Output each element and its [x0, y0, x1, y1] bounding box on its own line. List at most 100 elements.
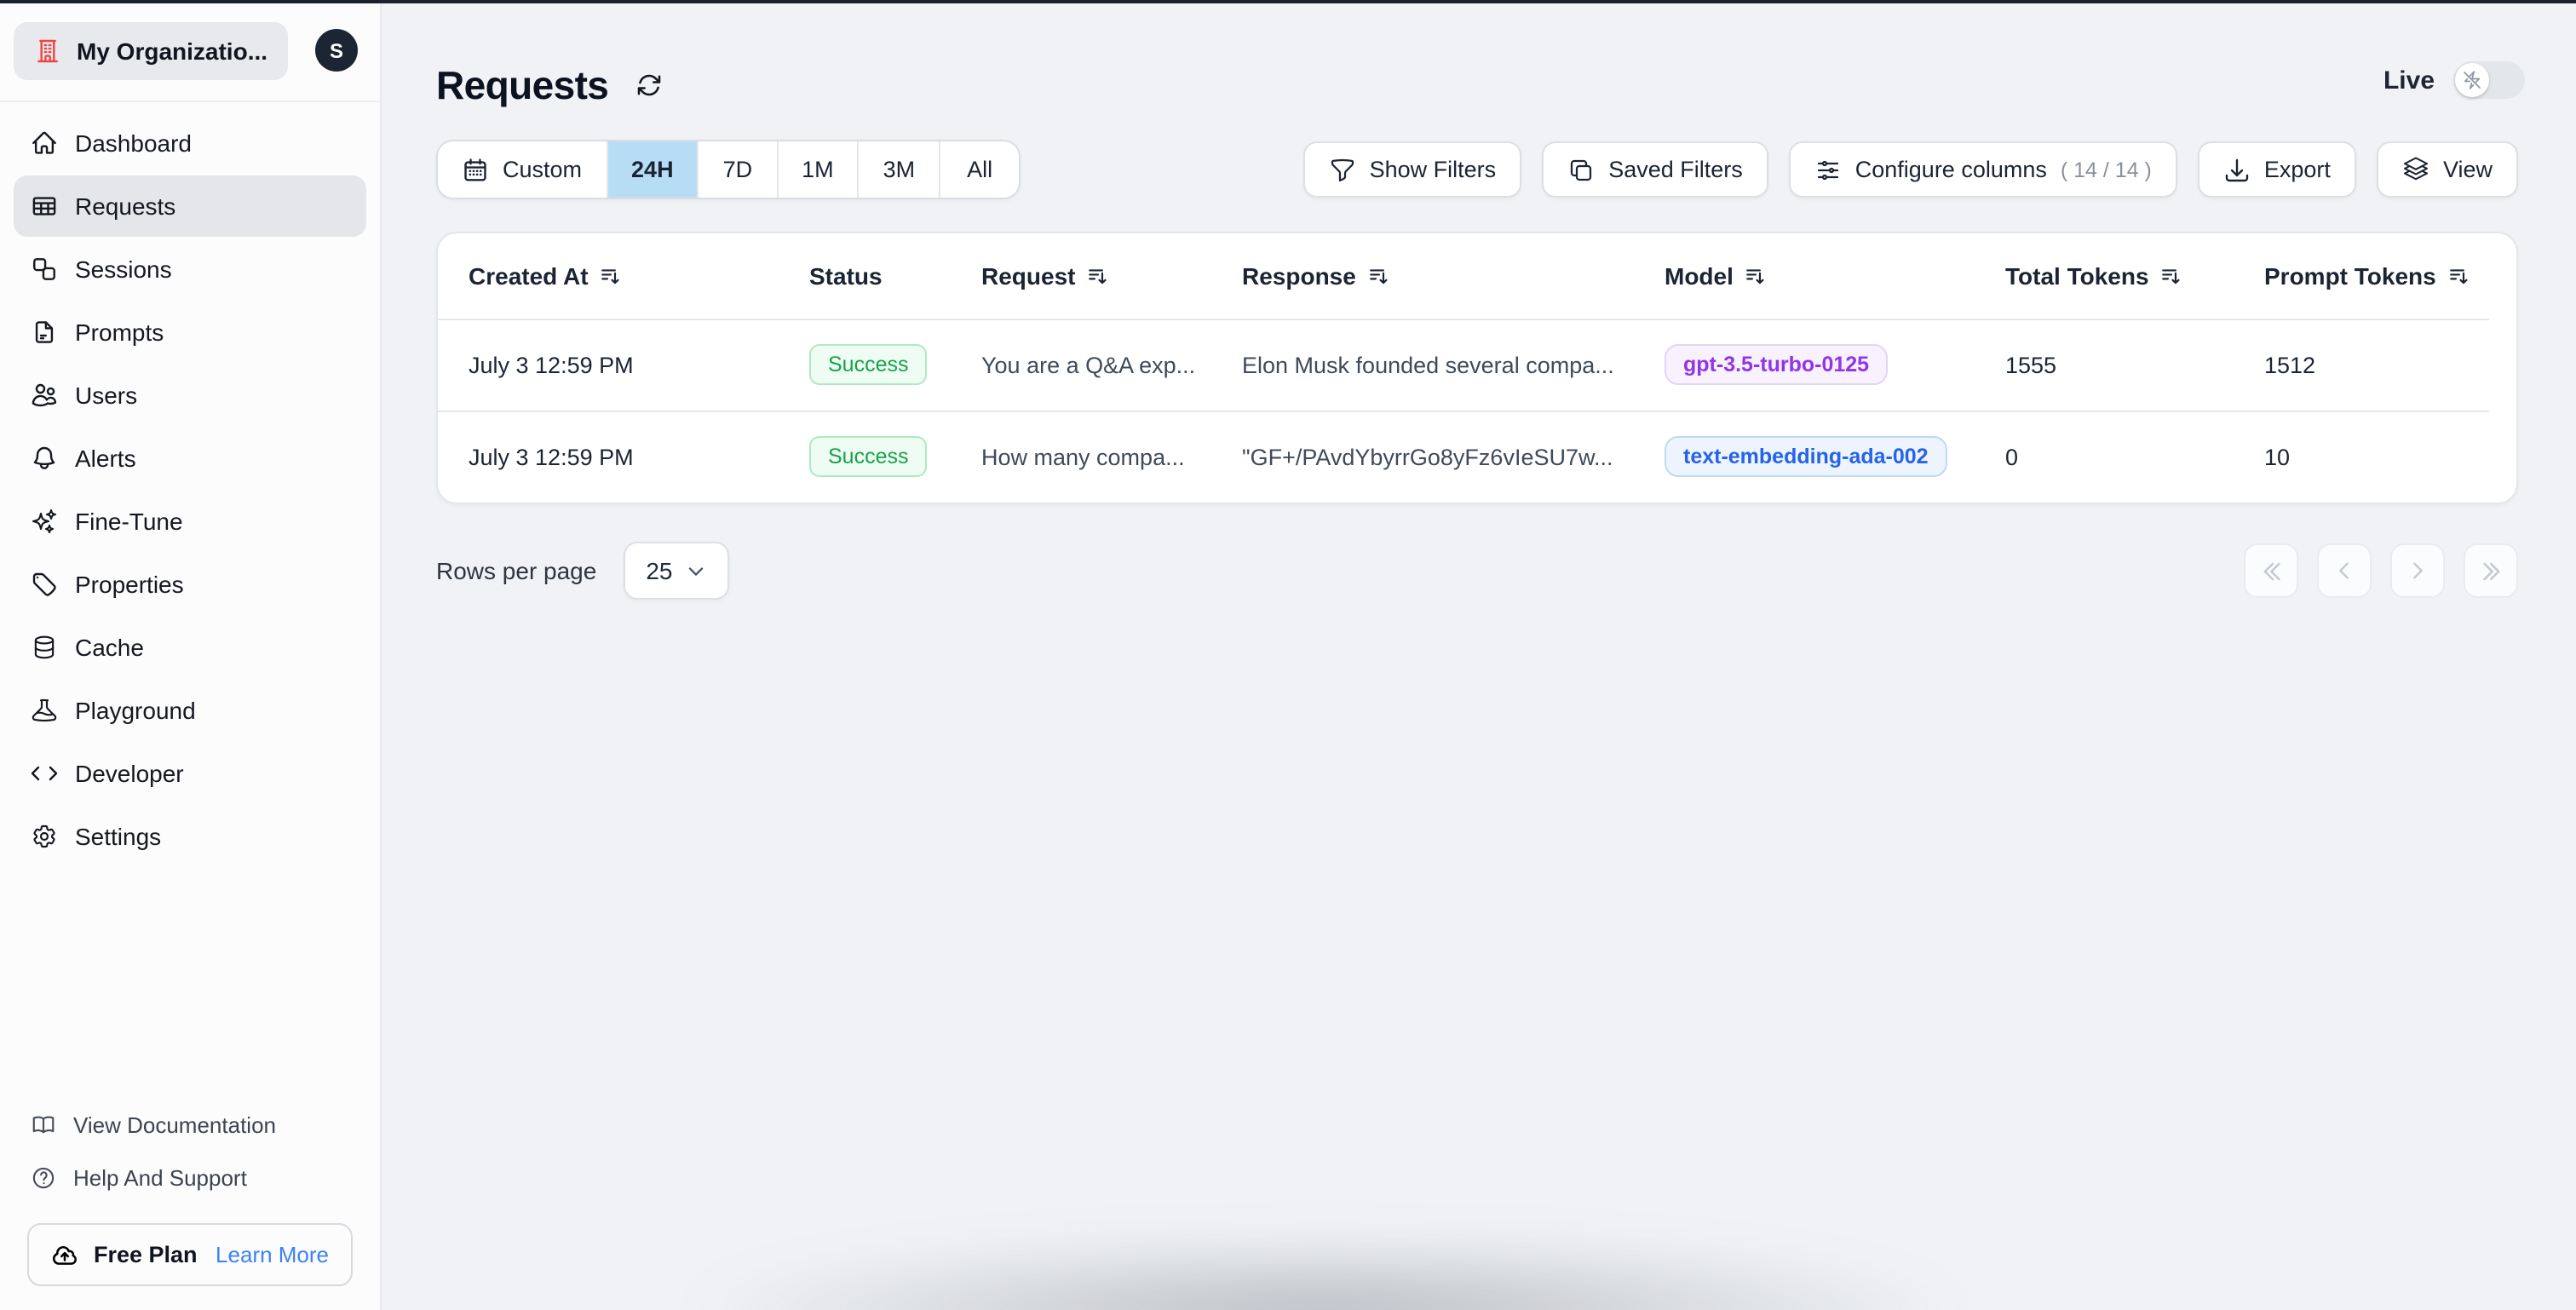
sidebar-footer: View Documentation Help And Support Free…: [0, 1099, 380, 1293]
org-selector[interactable]: My Organizatio...: [14, 21, 289, 79]
cell-model: gpt-3.5-turbo-0125: [1647, 344, 1988, 385]
sparkles-icon: [31, 508, 58, 535]
requests-table: Created At Status Request Response Model: [436, 232, 2518, 504]
table-row[interactable]: July 3 12:59 PM Success You are a Q&A ex…: [438, 319, 2516, 411]
window-top-edge: [0, 0, 2576, 3]
bolt-slash-icon: [2462, 70, 2482, 90]
time-range-all[interactable]: All: [940, 141, 1020, 198]
sidebar-item-users[interactable]: Users: [14, 365, 366, 426]
sessions-icon: [31, 256, 58, 283]
saved-filters-button[interactable]: Saved Filters: [1542, 141, 1768, 198]
free-plan-card[interactable]: Free Plan Learn More: [27, 1223, 353, 1286]
sidebar-item-label: Settings: [75, 823, 162, 850]
view-button[interactable]: View: [2376, 141, 2518, 198]
live-label: Live: [2383, 66, 2435, 95]
page-header: Requests: [436, 55, 2518, 116]
cloud-upload-icon: [51, 1241, 78, 1268]
column-header-request[interactable]: Request: [964, 262, 1225, 290]
column-label: Prompt Tokens: [2264, 262, 2436, 290]
column-header-prompt-tokens[interactable]: Prompt Tokens: [2247, 262, 2516, 290]
column-header-model[interactable]: Model: [1647, 262, 1988, 290]
button-label: Configure columns: [1854, 157, 2047, 182]
sidebar-item-developer[interactable]: Developer: [14, 743, 366, 804]
code-icon: [31, 760, 58, 787]
sidebar-item-playground[interactable]: Playground: [14, 680, 366, 741]
sidebar-item-label: Requests: [75, 192, 176, 220]
time-range-3m[interactable]: 3M: [859, 141, 941, 198]
sort-icon[interactable]: [1745, 265, 1768, 287]
chevron-left-icon: [2332, 559, 2356, 583]
view-documentation-link[interactable]: View Documentation: [0, 1099, 380, 1152]
column-header-status: Status: [792, 262, 964, 290]
previous-page-button[interactable]: [2317, 543, 2372, 598]
cell-status: Success: [792, 436, 964, 477]
time-range-label: All: [967, 157, 993, 182]
time-range-1m[interactable]: 1M: [778, 141, 860, 198]
sidebar-item-properties[interactable]: Properties: [14, 554, 366, 615]
export-button[interactable]: Export: [2197, 141, 2356, 198]
sidebar-item-label: Alerts: [75, 445, 136, 472]
sort-icon[interactable]: [1087, 265, 1109, 287]
next-page-button[interactable]: [2390, 543, 2445, 598]
sort-icon[interactable]: [601, 265, 623, 287]
columns-count: ( 14 / 14 ): [2060, 158, 2152, 181]
sidebar-item-label: Fine-Tune: [75, 508, 183, 535]
time-range-custom[interactable]: Custom: [438, 141, 608, 198]
sort-icon[interactable]: [2448, 265, 2470, 287]
sort-icon[interactable]: [2161, 265, 2183, 287]
rows-per-page-value: 25: [646, 557, 673, 584]
sidebar-item-requests[interactable]: Requests: [14, 175, 366, 237]
sidebar-item-sessions[interactable]: Sessions: [14, 238, 366, 300]
rows-per-page-select[interactable]: 25: [624, 542, 729, 600]
cell-created-at: July 3 12:59 PM: [469, 352, 634, 377]
column-label: Request: [981, 262, 1076, 290]
avatar[interactable]: S: [315, 29, 358, 72]
cell-response: Elon Musk founded several compa...: [1242, 352, 1614, 377]
column-label: Status: [809, 262, 883, 290]
time-range-selector: Custom 24H 7D 1M 3M All: [436, 140, 1021, 199]
rows-per-page-group: Rows per page 25: [436, 542, 729, 600]
first-page-button[interactable]: [2244, 543, 2298, 598]
sidebar-item-cache[interactable]: Cache: [14, 617, 366, 678]
button-label: Export: [2263, 157, 2331, 182]
sidebar-item-dashboard[interactable]: Dashboard: [14, 112, 366, 174]
help-and-support-link[interactable]: Help And Support: [0, 1152, 380, 1204]
column-header-response[interactable]: Response: [1225, 262, 1647, 290]
bell-icon: [31, 445, 58, 472]
configure-columns-button[interactable]: Configure columns ( 14 / 14 ): [1788, 141, 2177, 198]
pagination-controls: [2244, 543, 2518, 598]
layers-icon: [2402, 156, 2429, 183]
sort-icon[interactable]: [1368, 265, 1390, 287]
cell-created-at: July 3 12:59 PM: [469, 444, 634, 469]
table-row[interactable]: July 3 12:59 PM Success How many compa..…: [438, 411, 2516, 503]
time-range-24h[interactable]: 24H: [607, 141, 699, 198]
column-header-total-tokens[interactable]: Total Tokens: [1988, 262, 2247, 290]
chevron-down-icon: [685, 560, 707, 582]
model-badge: text-embedding-ada-002: [1665, 436, 1947, 477]
sidebar-item-settings[interactable]: Settings: [14, 806, 366, 867]
cell-request: How many compa...: [981, 444, 1185, 469]
users-icon: [31, 382, 58, 409]
time-range-label: Custom: [503, 157, 583, 182]
column-header-created-at[interactable]: Created At: [438, 262, 792, 290]
calendar-icon: [462, 156, 489, 183]
live-toggle[interactable]: [2453, 61, 2525, 99]
time-range-label: 24H: [631, 157, 674, 182]
toolbar-actions: Show Filters Saved Filters Configure col…: [1302, 141, 2518, 198]
sidebar-item-alerts[interactable]: Alerts: [14, 428, 366, 489]
toggle-knob: [2455, 63, 2489, 97]
last-page-button[interactable]: [2464, 543, 2518, 598]
cell-status: Success: [792, 344, 964, 385]
sidebar-item-label: Developer: [75, 760, 184, 787]
refresh-icon: [635, 72, 663, 99]
sidebar-item-prompts[interactable]: Prompts: [14, 302, 366, 363]
cell-request: You are a Q&A exp...: [981, 352, 1196, 377]
sidebar-item-fine-tune[interactable]: Fine-Tune: [14, 491, 366, 552]
time-range-7d[interactable]: 7D: [699, 141, 779, 198]
column-label: Response: [1242, 262, 1356, 290]
refresh-button[interactable]: [635, 72, 663, 99]
learn-more-link[interactable]: Learn More: [216, 1242, 329, 1267]
home-icon: [31, 129, 58, 157]
gear-icon: [31, 823, 58, 850]
show-filters-button[interactable]: Show Filters: [1302, 141, 1522, 198]
